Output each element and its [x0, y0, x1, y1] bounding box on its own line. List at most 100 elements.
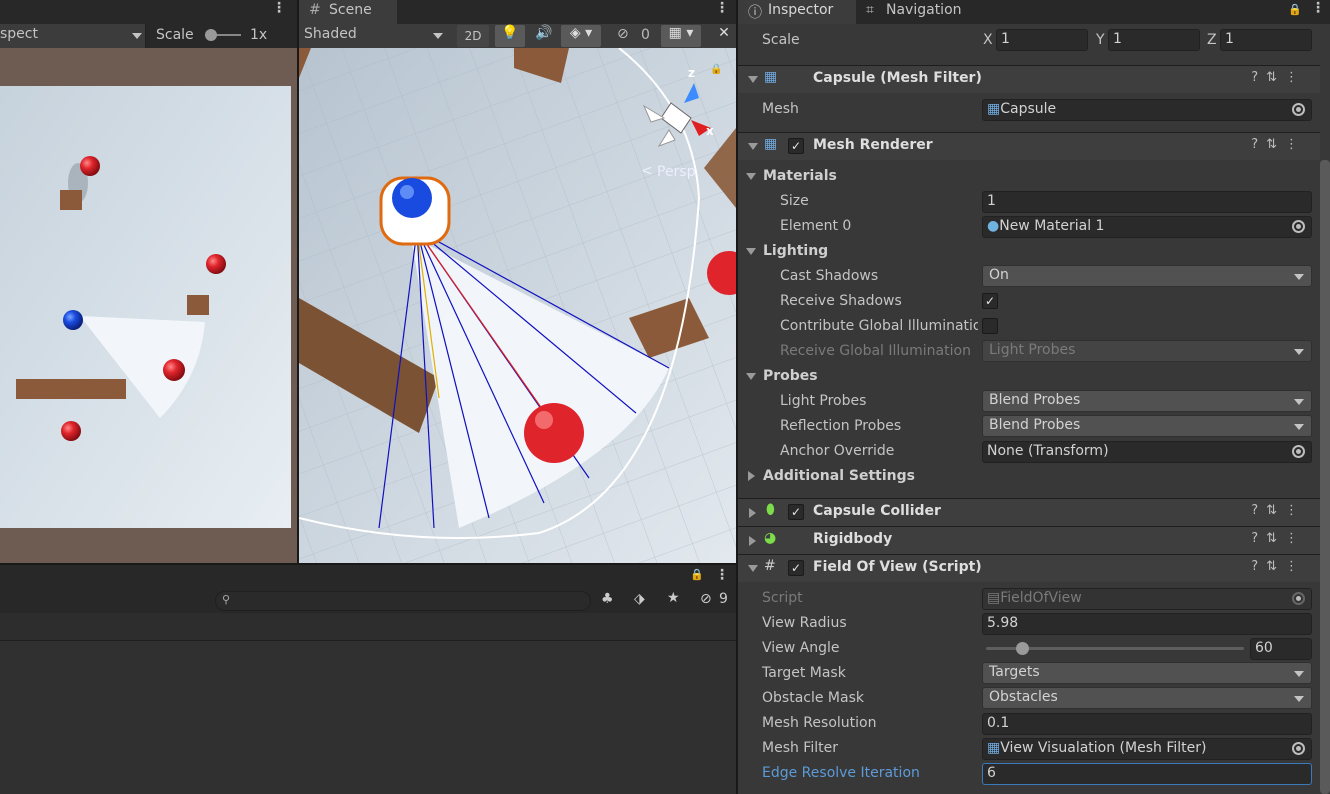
more-options-icon[interactable]: ⋮ [1285, 137, 1306, 152]
preset-icon[interactable]: ⇅ [1266, 137, 1285, 152]
reflection-probes-dropdown[interactable]: Blend Probes [982, 415, 1312, 437]
view-angle-label: View Angle [762, 640, 840, 656]
object-picker-icon[interactable] [1292, 103, 1305, 116]
lock-icon[interactable]: 🔒 [1288, 3, 1302, 16]
lighting-toggle-icon[interactable]: 💡 [495, 25, 525, 47]
shading-dropdown[interactable]: Shaded [299, 24, 449, 48]
mesh-filter-value: View Visualation (Mesh Filter) [1000, 740, 1207, 756]
audio-toggle-icon[interactable]: 🔊 [531, 25, 557, 47]
help-icon[interactable]: ? [1251, 531, 1266, 546]
mesh-filter-label: Mesh Filter [762, 740, 838, 756]
target-mask-label: Target Mask [762, 665, 846, 681]
help-icon[interactable]: ? [1251, 559, 1266, 574]
mesh-renderer-enabled-checkbox[interactable]: ✓ [788, 138, 804, 154]
additional-settings-foldout-icon[interactable] [748, 471, 755, 481]
tab-inspector[interactable]: ⓘ Inspector [738, 0, 856, 24]
mesh-resolution-field[interactable]: 0.1 [982, 713, 1312, 735]
scale-slider-thumb[interactable] [205, 29, 217, 41]
anchor-override-field[interactable]: None (Transform) [982, 441, 1312, 463]
component-actions[interactable]: ?⇅⋮ [1251, 70, 1306, 85]
component-header-capsule-collider[interactable]: ⬮ ✓ Capsule Collider ?⇅⋮ [738, 498, 1320, 526]
foldout-arrow-icon[interactable] [749, 508, 756, 518]
more-options-icon[interactable]: ⋮ [1311, 0, 1325, 16]
foldout-arrow-icon[interactable] [748, 76, 758, 83]
lock-icon[interactable]: 🔒 [690, 568, 704, 581]
view-angle-field[interactable]: 60 [1250, 638, 1312, 660]
probes-foldout-icon[interactable] [746, 373, 756, 380]
materials-foldout-icon[interactable] [746, 173, 756, 180]
tools-icon[interactable]: ✕ [713, 25, 735, 47]
capsule-collider-enabled-checkbox[interactable]: ✓ [788, 504, 804, 520]
more-options-icon[interactable]: ⋮ [272, 0, 286, 16]
more-options-icon[interactable]: ⋮ [1285, 531, 1306, 546]
foldout-arrow-icon[interactable] [748, 143, 758, 150]
more-options-icon[interactable]: ⋮ [1285, 70, 1306, 85]
more-options-icon[interactable]: ⋮ [1285, 559, 1306, 574]
help-icon[interactable]: ? [1251, 503, 1266, 518]
favorites-star-icon[interactable]: ★ [667, 590, 680, 606]
more-options-icon[interactable]: ⋮ [715, 0, 729, 16]
object-picker-icon[interactable] [1292, 220, 1305, 233]
receive-shadows-checkbox[interactable]: ✓ [982, 293, 998, 309]
more-options-icon[interactable]: ⋮ [715, 567, 729, 583]
filter-by-type-icon[interactable]: ♣ [601, 591, 614, 607]
tab-scene[interactable]: # Scene [299, 0, 397, 24]
2d-toggle-button[interactable]: 2D [457, 25, 489, 47]
mesh-field[interactable]: ▦Capsule [982, 99, 1312, 121]
foldout-arrow-icon[interactable] [748, 565, 758, 572]
edge-resolve-field[interactable]: 6 [982, 763, 1312, 785]
help-icon[interactable]: ? [1251, 137, 1266, 152]
lighting-label[interactable]: Lighting [763, 243, 828, 259]
preset-icon[interactable]: ⇅ [1266, 559, 1285, 574]
component-header-mesh-filter[interactable]: ▦ Capsule (Mesh Filter) ?⇅⋮ [738, 65, 1320, 93]
contribute-gi-checkbox[interactable] [982, 318, 998, 334]
hidden-packages-icon[interactable]: ⊘ [700, 591, 712, 607]
obstacle-mask-value: Obstacles [989, 689, 1058, 705]
help-icon[interactable]: ? [1251, 70, 1266, 85]
lighting-foldout-icon[interactable] [746, 248, 756, 255]
preset-icon[interactable]: ⇅ [1266, 503, 1285, 518]
target-mask-dropdown[interactable]: Targets [982, 662, 1312, 684]
materials-label[interactable]: Materials [763, 168, 837, 184]
view-radius-field[interactable]: 5.98 [982, 613, 1312, 635]
additional-settings-label[interactable]: Additional Settings [763, 468, 915, 484]
scene-view-canvas[interactable]: z x 🔒 Persp < [299, 48, 736, 563]
mesh-filter-field[interactable]: ▦View Visualation (Mesh Filter) [982, 738, 1312, 760]
component-actions[interactable]: ?⇅⋮ [1251, 503, 1306, 518]
component-actions[interactable]: ?⇅⋮ [1251, 137, 1306, 152]
light-probes-dropdown[interactable]: Blend Probes [982, 390, 1312, 412]
object-picker-icon[interactable] [1292, 742, 1305, 755]
receive-gi-label: Receive Global Illumination [780, 343, 971, 359]
cast-shadows-dropdown[interactable]: On [982, 265, 1312, 287]
scale-y-field[interactable]: 1 [1108, 29, 1200, 51]
tab-navigation[interactable]: ⌗ Navigation [860, 0, 980, 24]
component-header-mesh-renderer[interactable]: ▦ ✓ Mesh Renderer ?⇅⋮ [738, 132, 1320, 160]
field-of-view-enabled-checkbox[interactable]: ✓ [788, 560, 804, 576]
preset-icon[interactable]: ⇅ [1266, 70, 1285, 85]
obstacle-mask-dropdown[interactable]: Obstacles [982, 687, 1312, 709]
scale-x-field[interactable]: 1 [996, 29, 1088, 51]
aspect-dropdown[interactable]: spect [0, 24, 146, 48]
inspector-scrollbar[interactable] [1320, 160, 1330, 794]
hidden-objects-toggle[interactable]: ⊘ 0 [613, 25, 655, 47]
filter-by-label-icon[interactable]: ⬗ [634, 591, 645, 607]
project-search-input[interactable]: ⚲ [215, 591, 591, 611]
object-picker-icon[interactable] [1292, 445, 1305, 458]
lock-icon[interactable]: 🔒 [710, 64, 722, 75]
effects-toggle-icon[interactable]: ◈ ▾ [561, 25, 601, 47]
scale-z-field[interactable]: 1 [1220, 29, 1312, 51]
element0-field[interactable]: ●New Material 1 [982, 216, 1312, 238]
grid-snap-icon[interactable]: ▦ ▾ [661, 25, 701, 47]
probes-label[interactable]: Probes [763, 368, 818, 384]
game-view-canvas[interactable] [0, 48, 297, 563]
materials-size-value: 1 [987, 193, 996, 209]
materials-size-field[interactable]: 1 [982, 191, 1312, 213]
component-header-rigidbody[interactable]: ◕ Rigidbody ?⇅⋮ [738, 526, 1320, 554]
component-actions[interactable]: ?⇅⋮ [1251, 531, 1306, 546]
persp-label[interactable]: Persp [657, 164, 696, 180]
component-header-field-of-view[interactable]: # ✓ Field Of View (Script) ?⇅⋮ [738, 554, 1320, 582]
preset-icon[interactable]: ⇅ [1266, 531, 1285, 546]
component-actions[interactable]: ?⇅⋮ [1251, 559, 1306, 574]
foldout-arrow-icon[interactable] [749, 536, 756, 546]
more-options-icon[interactable]: ⋮ [1285, 503, 1306, 518]
